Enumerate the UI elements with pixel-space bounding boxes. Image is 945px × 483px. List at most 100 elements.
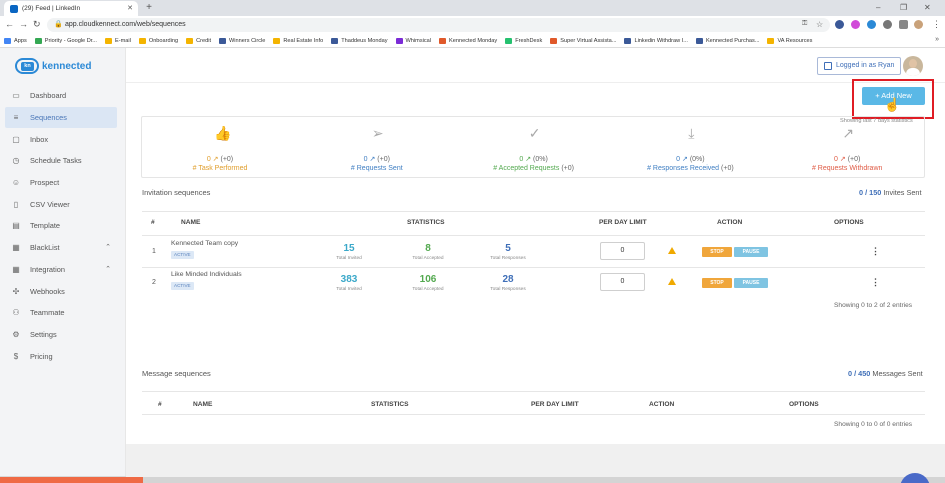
kennected-logo[interactable]: kn kennected bbox=[15, 58, 91, 74]
sidebar-item-pricing[interactable]: $ Pricing bbox=[5, 345, 117, 367]
forward-arrow-icon[interactable]: → bbox=[19, 19, 28, 29]
close-window-icon[interactable]: ✕ bbox=[924, 3, 931, 12]
total-invited-label: Total Invited bbox=[336, 256, 362, 261]
bookmark-label: Linkedin Withdraw I... bbox=[634, 37, 688, 44]
row-options-icon[interactable]: ⋮ bbox=[871, 246, 880, 257]
sidebar-item-label: CSV Viewer bbox=[30, 199, 70, 209]
sidebar-item-template[interactable]: ▤ Template bbox=[5, 215, 117, 237]
star-icon[interactable]: ☆ bbox=[816, 20, 823, 29]
sidebar-item-sequences[interactable]: ≡ Sequences bbox=[5, 106, 117, 129]
column-header-statistics: STATISTICS bbox=[407, 219, 445, 226]
bookmark-icon bbox=[550, 37, 558, 44]
bookmark-item[interactable]: VA Resources bbox=[767, 37, 813, 44]
bookmark-item[interactable]: Thaddeus Monday bbox=[331, 37, 388, 44]
bookmark-item[interactable]: Whimsical bbox=[395, 37, 431, 44]
key-icon[interactable]: ⚿ bbox=[802, 20, 807, 28]
bookmark-label: Onboarding bbox=[148, 37, 179, 44]
total-accepted-value: 106 bbox=[419, 274, 437, 285]
stop-button[interactable]: STOP bbox=[702, 278, 732, 288]
new-tab-button[interactable]: + bbox=[143, 2, 155, 14]
sidebar-item-webhooks[interactable]: ✣ Webhooks bbox=[5, 280, 117, 302]
row-options-icon[interactable]: ⋮ bbox=[871, 277, 880, 288]
sidebar-item-blacklist[interactable]: ▦ BlackList ⌃ bbox=[5, 237, 117, 259]
more-bookmarks-icon[interactable]: » bbox=[935, 36, 939, 43]
stat-label-text: # Requests Sent bbox=[350, 165, 403, 172]
minimize-window-icon[interactable]: – bbox=[876, 3, 880, 12]
pause-button[interactable]: PAUSE bbox=[734, 247, 768, 257]
bookmark-label: Apps bbox=[14, 37, 27, 44]
bookmark-label: Real Estate Info bbox=[283, 37, 324, 44]
browser-tab[interactable]: (29) Feed | LinkedIn ✕ bbox=[4, 1, 138, 16]
column-header-action: ACTION bbox=[649, 401, 675, 408]
puzzle-icon[interactable] bbox=[899, 20, 908, 29]
lock-icon: 🔒 bbox=[54, 21, 63, 28]
statistics-card: 👍 0 ↗ (+0) # Task Performed ➢ 0 ↗ (+0) # Requ… bbox=[141, 116, 925, 178]
trend-icon: ↗ bbox=[367, 156, 378, 163]
reload-icon[interactable]: ↻ bbox=[33, 19, 41, 30]
bookmark-item[interactable]: Onboarding bbox=[138, 37, 179, 44]
download-icon: ⤓ bbox=[688, 125, 695, 141]
sidebar-item-teammate[interactable]: ⚇ Teammate bbox=[5, 302, 117, 324]
sidebar-nav: ▭ Dashboard ≡ Sequences ▢ Inbox ◷ Schedule Task… bbox=[5, 85, 117, 367]
bookmark-item[interactable]: Real Estate Info bbox=[273, 37, 324, 44]
table-divider bbox=[142, 267, 925, 268]
address-bar[interactable]: 🔒 app.cloudkennect.com/web/sequences bbox=[47, 18, 830, 32]
sidebar-item-inbox[interactable]: ▢ Inbox bbox=[5, 128, 117, 150]
bookmark-label: VA Resources bbox=[777, 37, 813, 44]
per-day-limit-input[interactable]: 0 bbox=[600, 242, 645, 260]
extension-icon[interactable] bbox=[835, 20, 844, 29]
stat-delta: (0%) bbox=[689, 156, 705, 163]
back-arrow-icon[interactable]: ← bbox=[5, 19, 14, 29]
row-index: 1 bbox=[152, 248, 156, 255]
profile-avatar-icon[interactable] bbox=[914, 20, 923, 29]
sidebar-item-integration[interactable]: ▦ Integration ⌃ bbox=[5, 259, 117, 281]
bookmark-item[interactable]: Linkedin Withdraw I... bbox=[624, 37, 688, 44]
per-day-limit-input[interactable]: 0 bbox=[600, 273, 645, 291]
paper-plane-icon: ➢ bbox=[371, 125, 384, 141]
total-responses-label: Total Responses bbox=[490, 287, 526, 292]
bookmark-item[interactable]: Apps bbox=[4, 37, 27, 44]
close-tab-icon[interactable]: ✕ bbox=[127, 4, 133, 12]
sidebar-item-label: Pricing bbox=[30, 351, 53, 361]
bookmark-item[interactable]: Super Virtual Assista... bbox=[550, 37, 617, 44]
app-topbar: Logged in as Ryan bbox=[126, 48, 945, 83]
status-bar bbox=[0, 477, 945, 483]
extension-icon[interactable] bbox=[883, 20, 892, 29]
sidebar-item-prospect[interactable]: ☺ Prospect bbox=[5, 172, 117, 194]
bookmark-label: Super Virtual Assista... bbox=[560, 37, 617, 44]
extension-icon[interactable] bbox=[851, 20, 860, 29]
maximize-window-icon[interactable]: ❐ bbox=[900, 3, 907, 12]
pause-button[interactable]: PAUSE bbox=[734, 278, 768, 288]
stat-value: 0 ↗ (+0) bbox=[769, 155, 925, 163]
bookmark-item[interactable]: Winners Circle bbox=[219, 37, 265, 44]
bookmark-icon bbox=[104, 37, 112, 44]
sidebar-item-dashboard[interactable]: ▭ Dashboard bbox=[5, 85, 117, 107]
bookmark-item[interactable]: Credit bbox=[186, 37, 211, 44]
sidebar: kn kennected ▭ Dashboard ≡ Sequences ▢ Inbox ◷… bbox=[0, 48, 126, 483]
address-url: app.cloudkennect.com/web/sequences bbox=[65, 21, 186, 28]
bookmark-item[interactable]: FreshDesk bbox=[505, 37, 542, 44]
bookmark-icon bbox=[767, 37, 775, 44]
clock-icon: ◷ bbox=[12, 156, 20, 166]
bookmark-item[interactable]: E-mail bbox=[104, 37, 131, 44]
file-icon: ▯ bbox=[13, 199, 19, 209]
logged-in-button[interactable]: Logged in as Ryan bbox=[817, 57, 902, 75]
sequence-name[interactable]: Like Minded Individuals bbox=[171, 271, 242, 278]
sidebar-item-csv-viewer[interactable]: ▯ CSV Viewer bbox=[5, 193, 117, 215]
bookmark-item[interactable]: Priority - Google Dr... bbox=[34, 37, 97, 44]
sequence-name[interactable]: Kennected Team copy bbox=[171, 240, 238, 247]
stat-label-text: # Accepted Requests bbox=[493, 165, 560, 172]
inbox-icon: ▢ bbox=[12, 134, 20, 144]
stat-value: 0 ↗ (0%) bbox=[612, 155, 768, 163]
sidebar-item-schedule-tasks[interactable]: ◷ Schedule Tasks bbox=[5, 150, 117, 172]
kebab-menu-icon[interactable]: ⋮ bbox=[932, 19, 941, 30]
stat-label: # Requests Sent bbox=[299, 165, 455, 172]
extension-icon[interactable] bbox=[867, 20, 876, 29]
bookmark-icon bbox=[138, 37, 146, 44]
avatar[interactable] bbox=[903, 56, 923, 76]
stop-button[interactable]: STOP bbox=[702, 247, 732, 257]
sidebar-item-settings[interactable]: ⚙ Settings bbox=[5, 324, 117, 346]
bookmark-item[interactable]: Kennected Purchas... bbox=[695, 37, 759, 44]
bookmark-item[interactable]: Kennected Monday bbox=[439, 37, 497, 44]
bookmark-icon bbox=[695, 37, 703, 44]
